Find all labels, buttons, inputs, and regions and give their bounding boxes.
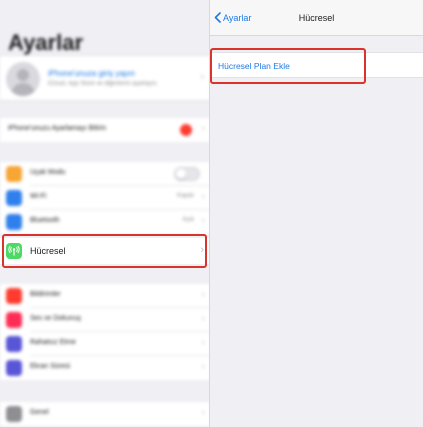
sidebar-item-bluetooth[interactable]: Bluetooth Açık › [0,210,209,234]
finish-setup-label: iPhone'unuzu Ayarlamayı Bitirin [8,125,107,132]
row-value: Açık [182,217,194,223]
chevron-right-icon: › [201,361,205,372]
chevron-right-icon: › [201,313,205,324]
wifi-icon [6,190,22,206]
notifications-icon [6,288,22,304]
hourglass-icon [6,360,22,376]
chevron-right-icon: › [201,407,205,418]
sidebar-item-general[interactable]: Genel › [0,402,209,426]
add-plan-highlight-box [210,48,366,84]
page-title: Hücresel [298,13,335,23]
airplane-mode-toggle[interactable] [174,167,200,181]
profile-sub-label: iCloud, App Store ve diğerlerini ayarlay… [48,81,159,87]
bluetooth-icon [6,214,22,230]
profile-sign-in-label: iPhone'unuza giriş yapın [48,69,135,78]
sidebar-item-screen-time[interactable]: Ekran Süresi › [0,356,209,380]
airplane-icon [6,166,22,182]
cellular-detail-pane: Ayarlar Hücresel Hücresel Plan Ekle [210,0,423,427]
sidebar-item-notifications[interactable]: Bildirimler › [0,284,209,308]
row-label: Ekran Süresi [30,363,71,370]
row-value: Kapalı [176,193,194,199]
notification-badge [180,124,192,136]
gear-icon [6,406,22,422]
chevron-right-icon: › [201,289,205,300]
avatar [6,62,40,96]
profile-row[interactable]: iPhone'unuza giriş yapın iCloud, App Sto… [0,55,209,101]
row-label: Genel [30,409,49,416]
sidebar-item-airplane-mode[interactable]: Uçak Modu [0,162,209,186]
settings-title: Ayarlar [8,30,84,55]
navigation-bar: Ayarlar Hücresel [210,0,423,36]
cellular-highlight-box [2,234,207,268]
chevron-right-icon: › [201,191,205,202]
sidebar-item-sounds[interactable]: Ses ve Dokunuş › [0,308,209,332]
row-label: Wi-Fi [30,193,47,200]
chevron-right-icon: › [201,337,205,348]
sounds-icon [6,312,22,328]
row-label: Bildirimler [30,291,61,298]
settings-pane: Ayarlar iPhone'unuza giriş yapın iCloud,… [0,0,210,427]
chevron-right-icon: › [200,71,204,83]
row-label: Rahatsız Etme [30,339,76,346]
row-label: Uçak Modu [30,169,66,176]
sidebar-item-wifi[interactable]: Wi-Fi Kapalı › [0,186,209,210]
chevron-right-icon: › [201,123,205,134]
chevron-right-icon: › [201,215,205,226]
moon-icon [6,336,22,352]
sidebar-item-do-not-disturb[interactable]: Rahatsız Etme › [0,332,209,356]
row-label: Ses ve Dokunuş [30,315,81,322]
finish-setup-row[interactable]: iPhone'unuzu Ayarlamayı Bitirin › [0,118,209,142]
row-label: Bluetooth [30,217,60,224]
